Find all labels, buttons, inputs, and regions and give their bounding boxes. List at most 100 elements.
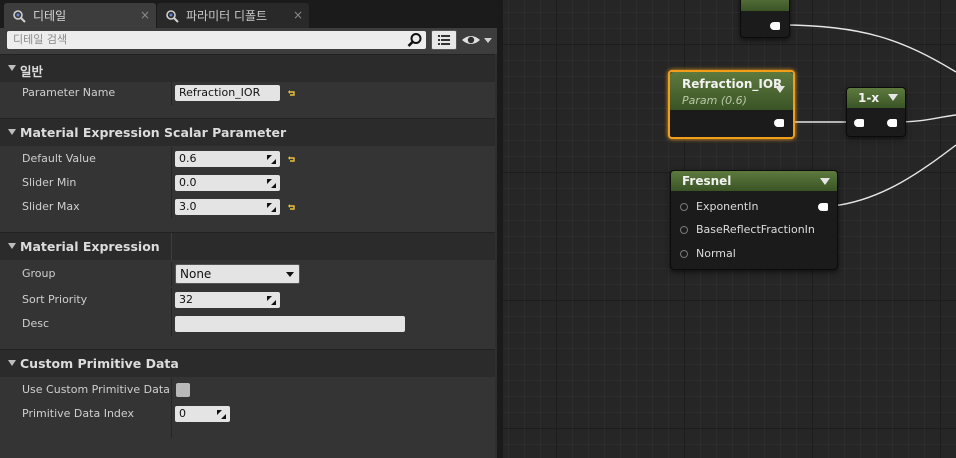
spin-arrows-icon[interactable]	[267, 155, 276, 164]
category-label: Material Expression Scalar Parameter	[20, 125, 287, 140]
primitive-data-index-field[interactable]: 0	[175, 406, 230, 422]
property-label: Default Value	[22, 152, 96, 165]
magnifier-icon	[165, 9, 179, 23]
tab-parameter-defaults[interactable]: 파라미터 디폴트 ×	[157, 3, 309, 28]
field-value: 3.0	[179, 200, 197, 213]
view-options-button[interactable]	[461, 31, 495, 49]
expand-arrow-icon[interactable]	[8, 360, 16, 366]
spin-arrows-icon[interactable]	[267, 296, 276, 305]
parameter-name-field[interactable]: Refraction_IOR	[175, 85, 280, 101]
node-fresnel[interactable]: Fresnel ExponentIn BaseReflectFractionIn…	[670, 170, 838, 270]
details-panel: 디테일 × 파라미터 디폴트 × 디테일 검색 일반 Parameter Nam…	[0, 0, 497, 458]
category-general[interactable]: 일반	[0, 54, 495, 82]
collapse-arrow-icon[interactable]	[820, 178, 830, 185]
node-title: Refraction_IOR	[682, 77, 783, 91]
node-subtitle: Param (0.6)	[682, 94, 747, 107]
reset-to-default-icon[interactable]	[287, 202, 297, 212]
spin-arrows-icon[interactable]	[267, 203, 276, 212]
column-divider[interactable]	[171, 195, 172, 219]
property-matrix-button[interactable]	[431, 30, 457, 50]
close-icon[interactable]: ×	[140, 8, 150, 22]
field-value: Refraction_IOR	[179, 86, 261, 99]
node-title: 1-x	[858, 91, 880, 105]
property-row-sort-priority: Sort Priority 32	[0, 288, 495, 312]
column-divider[interactable]	[171, 233, 172, 261]
category-scalar-parameter[interactable]: Material Expression Scalar Parameter	[0, 118, 495, 146]
property-label: Group	[22, 267, 56, 280]
category-label: 일반	[20, 64, 44, 79]
chevron-down-icon	[286, 272, 294, 277]
input-pin-normal[interactable]	[680, 250, 688, 258]
collapse-arrow-icon[interactable]	[888, 94, 898, 101]
reset-to-default-icon[interactable]	[287, 154, 297, 164]
close-icon[interactable]: ×	[293, 8, 303, 22]
column-divider[interactable]	[171, 262, 172, 286]
node-title: Fresnel	[682, 174, 732, 188]
slider-min-field[interactable]: 0.0	[175, 175, 280, 191]
property-row-primitive-data-index: Primitive Data Index 0	[0, 402, 495, 426]
pin-label: BaseReflectFractionIn	[696, 223, 815, 236]
list-view-icon	[438, 35, 450, 45]
column-divider[interactable]	[171, 426, 172, 438]
wire-fresnel-to-right	[832, 144, 956, 207]
search-input[interactable]: 디테일 검색	[7, 31, 426, 49]
node-title: 1	[754, 0, 762, 3]
output-pin[interactable]	[818, 203, 828, 211]
collapse-arrow-icon[interactable]	[775, 86, 785, 93]
property-label: Use Custom Primitive Data	[22, 383, 170, 396]
output-pin[interactable]	[770, 22, 780, 30]
column-divider[interactable]	[171, 402, 172, 426]
expand-arrow-icon[interactable]	[8, 129, 16, 135]
column-divider[interactable]	[171, 171, 172, 195]
search-row: 디테일 검색	[0, 28, 497, 54]
category-label: Custom Primitive Data	[20, 356, 179, 371]
sort-priority-field[interactable]: 32	[175, 292, 280, 308]
expand-arrow-icon[interactable]	[8, 65, 16, 71]
property-label: Desc	[22, 317, 50, 330]
field-value: 0	[179, 407, 186, 420]
expand-arrow-icon[interactable]	[8, 243, 16, 249]
reset-to-default-icon[interactable]	[287, 88, 297, 98]
property-row-parameter-name: Parameter Name Refraction_IOR	[0, 81, 495, 105]
output-pin[interactable]	[887, 119, 897, 127]
tab-details[interactable]: 디테일 ×	[4, 3, 156, 28]
node-one-minus[interactable]: 1-x	[846, 87, 906, 137]
column-divider[interactable]	[171, 147, 172, 171]
desc-field[interactable]	[175, 316, 405, 332]
property-list: 일반 Parameter Name Refraction_IOR Materia…	[0, 54, 495, 458]
slider-max-field[interactable]: 3.0	[175, 199, 280, 215]
property-label: Slider Max	[22, 200, 80, 213]
use-custom-primitive-data-checkbox[interactable]	[176, 383, 190, 397]
node-constant-top[interactable]: 1	[740, 0, 790, 38]
property-row-slider-max: Slider Max 3.0	[0, 195, 495, 219]
property-row-desc: Desc	[0, 312, 495, 336]
magnifier-icon	[12, 9, 26, 23]
tab-label: 파라미터 디폴트	[186, 9, 268, 23]
wire-top-to-right	[780, 24, 956, 73]
column-divider[interactable]	[171, 288, 172, 312]
group-dropdown[interactable]: None	[175, 264, 300, 284]
spin-arrows-icon[interactable]	[217, 410, 226, 419]
spin-arrows-icon[interactable]	[267, 179, 276, 188]
property-label: Parameter Name	[22, 86, 116, 99]
category-material-expression[interactable]: Material Expression	[0, 232, 495, 261]
input-pin[interactable]	[854, 119, 864, 127]
pin-label: Normal	[696, 247, 736, 260]
material-graph-canvas[interactable]: 1 Refraction_IOR Param (0.6) 1-x Fresnel…	[503, 0, 956, 458]
input-pin-exponent[interactable]	[680, 203, 688, 211]
column-divider[interactable]	[171, 312, 172, 336]
category-custom-primitive-data[interactable]: Custom Primitive Data	[0, 349, 495, 377]
dropdown-value: None	[180, 267, 212, 281]
column-divider[interactable]	[171, 378, 172, 402]
property-row-default-value: Default Value 0.6	[0, 147, 495, 171]
field-value: 0.0	[179, 176, 197, 189]
category-label: Material Expression	[20, 239, 160, 254]
output-pin[interactable]	[774, 119, 784, 127]
node-refraction-ior-param[interactable]: Refraction_IOR Param (0.6)	[668, 70, 795, 139]
property-label: Primitive Data Index	[22, 407, 134, 420]
search-placeholder: 디테일 검색	[13, 33, 68, 46]
search-icon[interactable]	[407, 32, 423, 48]
default-value-field[interactable]: 0.6	[175, 151, 280, 167]
column-divider[interactable]	[171, 81, 172, 105]
input-pin-base-reflect[interactable]	[680, 226, 688, 234]
